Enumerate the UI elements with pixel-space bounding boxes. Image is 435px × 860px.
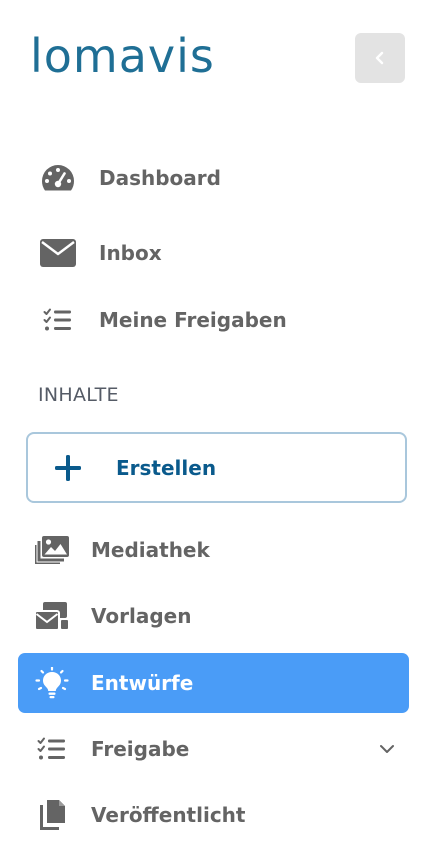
- create-button-label: Erstellen: [116, 455, 217, 480]
- sidebar: lomavis Dashboard Inbox Meine Freigaben …: [0, 0, 435, 860]
- content-item-mediathek[interactable]: Mediathek: [18, 520, 409, 580]
- copy-icon: [35, 798, 69, 832]
- content-item-freigabe[interactable]: Freigabe: [18, 719, 409, 779]
- plus-icon: [54, 454, 82, 482]
- chevron-down-icon[interactable]: [379, 741, 395, 757]
- nav-item-inbox[interactable]: Inbox: [38, 231, 162, 275]
- content-item-entwuerfe[interactable]: Entwürfe: [18, 653, 409, 713]
- content-item-vorlagen[interactable]: Vorlagen: [18, 586, 409, 646]
- checklist-icon: [35, 732, 69, 766]
- content-item-label: Mediathek: [91, 538, 210, 562]
- envelope-icon: [38, 233, 78, 273]
- create-button[interactable]: Erstellen: [26, 432, 407, 503]
- templates-icon: [35, 599, 69, 633]
- section-title-inhalte: INHALTE: [38, 384, 119, 406]
- nav-item-label: Meine Freigaben: [99, 308, 287, 332]
- content-item-label: Vorlagen: [91, 604, 192, 628]
- lomavis-logo[interactable]: lomavis: [30, 28, 215, 84]
- nav-item-label: Inbox: [99, 241, 162, 265]
- nav-item-dashboard[interactable]: Dashboard: [38, 156, 221, 200]
- nav-item-meine-freigaben[interactable]: Meine Freigaben: [38, 298, 287, 342]
- content-item-veroeffentlicht[interactable]: Veröffentlicht: [18, 785, 409, 845]
- content-item-label: Entwürfe: [91, 671, 194, 695]
- content-item-label: Freigabe: [91, 737, 190, 761]
- nav-item-label: Dashboard: [99, 166, 221, 190]
- collapse-sidebar-button[interactable]: [355, 33, 405, 83]
- lightbulb-icon: [35, 666, 69, 700]
- chevron-left-icon: [375, 51, 384, 65]
- images-icon: [35, 533, 69, 567]
- content-item-label: Veröffentlicht: [91, 803, 246, 827]
- gauge-icon: [38, 158, 78, 198]
- checklist-icon: [38, 300, 78, 340]
